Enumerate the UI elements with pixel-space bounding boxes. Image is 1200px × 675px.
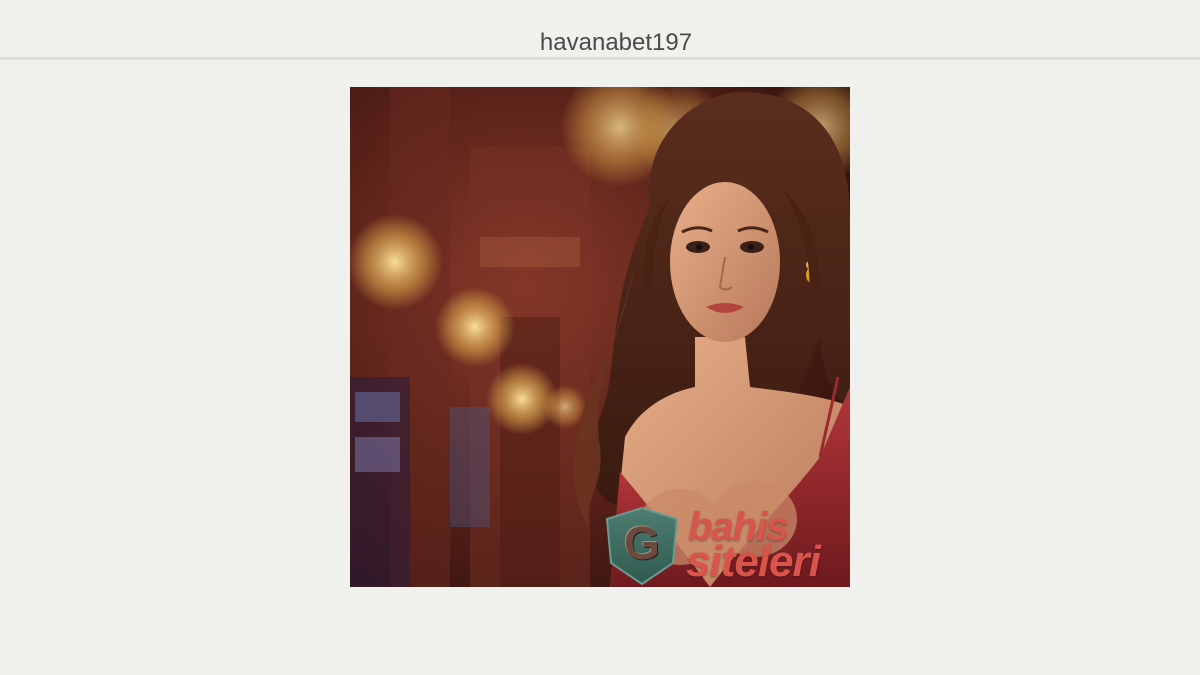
site-header: havanabet197 [0,0,1200,60]
site-title[interactable]: havanabet197 [0,29,1200,57]
hero-image: G bahis siteleri [350,87,850,587]
logo-letter: G [624,517,660,569]
logo-text-line2: siteleri [686,537,821,586]
brand-logo-shield: G [601,505,683,587]
page: havanabet197 G bahis siteleri [0,0,1200,675]
